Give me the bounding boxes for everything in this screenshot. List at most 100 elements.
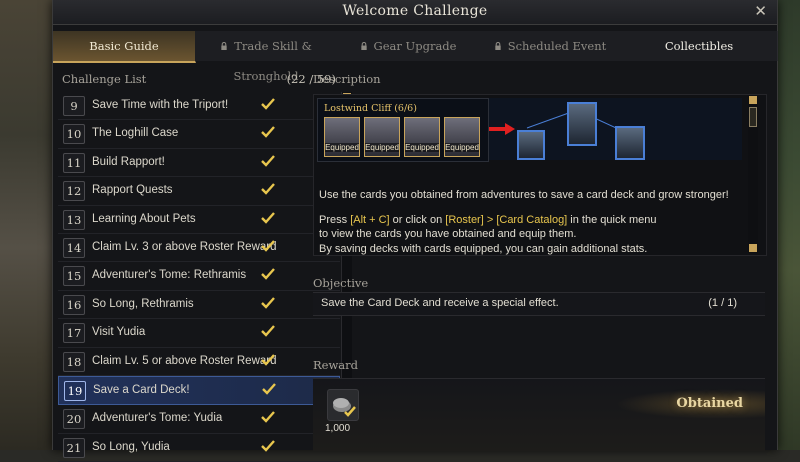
checkmark-icon (261, 240, 275, 252)
item-label: Adventurer's Tome: Rethramis (92, 269, 247, 282)
lock-icon (360, 42, 367, 50)
scroll-up-button[interactable] (749, 96, 757, 104)
item-label: Learning About Pets (92, 212, 196, 225)
deck-card (517, 130, 545, 160)
list-item[interactable]: 10 The Loghill Case (58, 120, 340, 149)
item-number: 16 (63, 294, 85, 315)
item-label: Rapport Quests (92, 184, 173, 197)
deck-card (615, 126, 645, 160)
description-line: to view the cards you have obtained and … (319, 228, 577, 240)
list-item[interactable]: 11 Build Rapport! (58, 149, 340, 178)
tab-label: Collectibles (664, 39, 734, 53)
card: Equipped (444, 117, 480, 157)
game-background-left (0, 0, 56, 450)
checkmark-icon (262, 383, 276, 395)
item-label: Claim Lv. 5 or above Roster Reward (92, 354, 277, 367)
item-number: 14 (63, 237, 85, 258)
checkmark-icon (261, 126, 275, 139)
checkmark-icon (261, 296, 275, 309)
item-number: 17 (63, 323, 85, 344)
item-number: 15 (63, 266, 85, 287)
card-set-panel: Lostwind Cliff (6/6) Equipped Equipped E… (317, 98, 489, 162)
lock-icon (221, 42, 227, 50)
description-line: Use the cards you obtained from adventur… (319, 189, 729, 201)
item-number: 11 (63, 152, 85, 173)
checkmark-icon (261, 98, 275, 110)
objective-header: Objective (313, 276, 369, 290)
reward-row: 1,000 Obtained (313, 378, 765, 451)
tab-gear-upgrade[interactable]: Gear Upgrade (337, 31, 480, 61)
tab-scheduled-event[interactable]: Scheduled Event (479, 31, 622, 61)
item-number: 9 (63, 96, 85, 116)
card: Equipped (404, 117, 440, 157)
item-number: 10 (63, 124, 85, 145)
objective-progress: (1 / 1) (708, 297, 737, 309)
tab-collectibles[interactable]: Collectibles (621, 31, 778, 61)
list-item[interactable]: 17 Visit Yudia (58, 319, 340, 348)
tab-label: Gear Upgrade (373, 39, 457, 53)
item-label: Claim Lv. 3 or above Roster Reward (92, 240, 277, 253)
obtained-status: Obtained (676, 396, 743, 411)
window-title: Welcome Challenge (342, 3, 488, 19)
item-number: 13 (63, 209, 85, 230)
checkmark-icon (261, 411, 275, 424)
hotkey-text: [Alt + C] (350, 213, 390, 226)
description-scrollbar[interactable] (748, 95, 758, 253)
checkmark-icon (261, 439, 275, 452)
objective-row: Save the Card Deck and receive a special… (313, 292, 765, 316)
menu-path-text: [Roster] > [Card Catalog] (445, 213, 568, 226)
scroll-down-button[interactable] (749, 244, 757, 252)
tab-bar: Basic Guide Trade Skill & Stronghold Gea… (53, 31, 778, 83)
item-label: Save a Card Deck! (93, 383, 190, 396)
list-item[interactable]: 15 Adventurer's Tome: Rethramis (58, 262, 340, 291)
description-line: Press [Alt + C] or click on [Roster] > [… (319, 213, 657, 226)
reward-header: Reward (313, 358, 359, 372)
list-item[interactable]: 13 Learning About Pets (58, 206, 340, 234)
list-item[interactable]: 14 Claim Lv. 3 or above Roster Reward (58, 234, 340, 263)
reward-quantity: 1,000 (325, 423, 351, 434)
scroll-thumb[interactable] (749, 107, 757, 127)
list-item[interactable]: 12 Rapport Quests (58, 177, 340, 206)
checkmark-icon (261, 353, 275, 366)
item-number: 18 (63, 351, 85, 372)
title-bar: Welcome Challenge ✕ (53, 0, 777, 25)
list-item[interactable]: 20 Adventurer's Tome: Yudia (58, 405, 340, 434)
detail-panel: Description Lostwind Cliff (6/6) Equippe… (307, 68, 769, 451)
description-text: Use the cards you obtained from adventur… (319, 188, 739, 256)
equipped-badge: Equipped (405, 143, 439, 152)
card: Equipped (364, 117, 400, 157)
description-box: Lostwind Cliff (6/6) Equipped Equipped E… (313, 94, 767, 256)
equipped-badge: Equipped (445, 143, 479, 152)
tab-trade-skill-stronghold[interactable]: Trade Skill & Stronghold (195, 31, 338, 83)
equipped-badge: Equipped (325, 143, 359, 152)
list-item[interactable]: 9 Save Time with the Triport! (58, 92, 340, 121)
checkmark-icon (261, 154, 275, 167)
welcome-challenge-window: Welcome Challenge ✕ Basic Guide Trade Sk… (52, 0, 778, 462)
list-item[interactable]: 16 So Long, Rethramis (58, 291, 340, 320)
equipped-badge: Equipped (365, 143, 399, 152)
list-item-selected[interactable]: 19 Save a Card Deck! (58, 375, 340, 406)
tab-basic-guide[interactable]: Basic Guide (53, 31, 196, 63)
deck-card (567, 102, 597, 146)
item-label: The Loghill Case (92, 127, 179, 140)
item-number: 19 (64, 380, 86, 401)
list-item[interactable]: 21 So Long, Yudia (58, 434, 340, 462)
checkmark-icon (261, 268, 275, 281)
item-label: So Long, Yudia (92, 440, 170, 453)
item-label: Visit Yudia (92, 326, 146, 339)
list-item[interactable]: 18 Claim Lv. 5 or above Roster Reward (58, 348, 340, 376)
item-label: So Long, Rethramis (92, 297, 194, 310)
card-set-label: Lostwind Cliff (6/6) (324, 103, 417, 114)
objective-text: Save the Card Deck and receive a special… (321, 297, 559, 309)
item-number: 20 (63, 409, 85, 430)
card: Equipped (324, 117, 360, 157)
item-number: 12 (63, 181, 85, 202)
close-icon[interactable]: ✕ (754, 2, 767, 20)
checkmark-icon (261, 183, 275, 195)
lock-icon (495, 42, 501, 50)
silver-reward-icon[interactable] (327, 389, 359, 421)
description-header: Description (313, 72, 381, 86)
item-label: Adventurer's Tome: Yudia (92, 412, 223, 425)
checkmark-icon (261, 325, 275, 337)
item-number: 21 (63, 437, 85, 458)
